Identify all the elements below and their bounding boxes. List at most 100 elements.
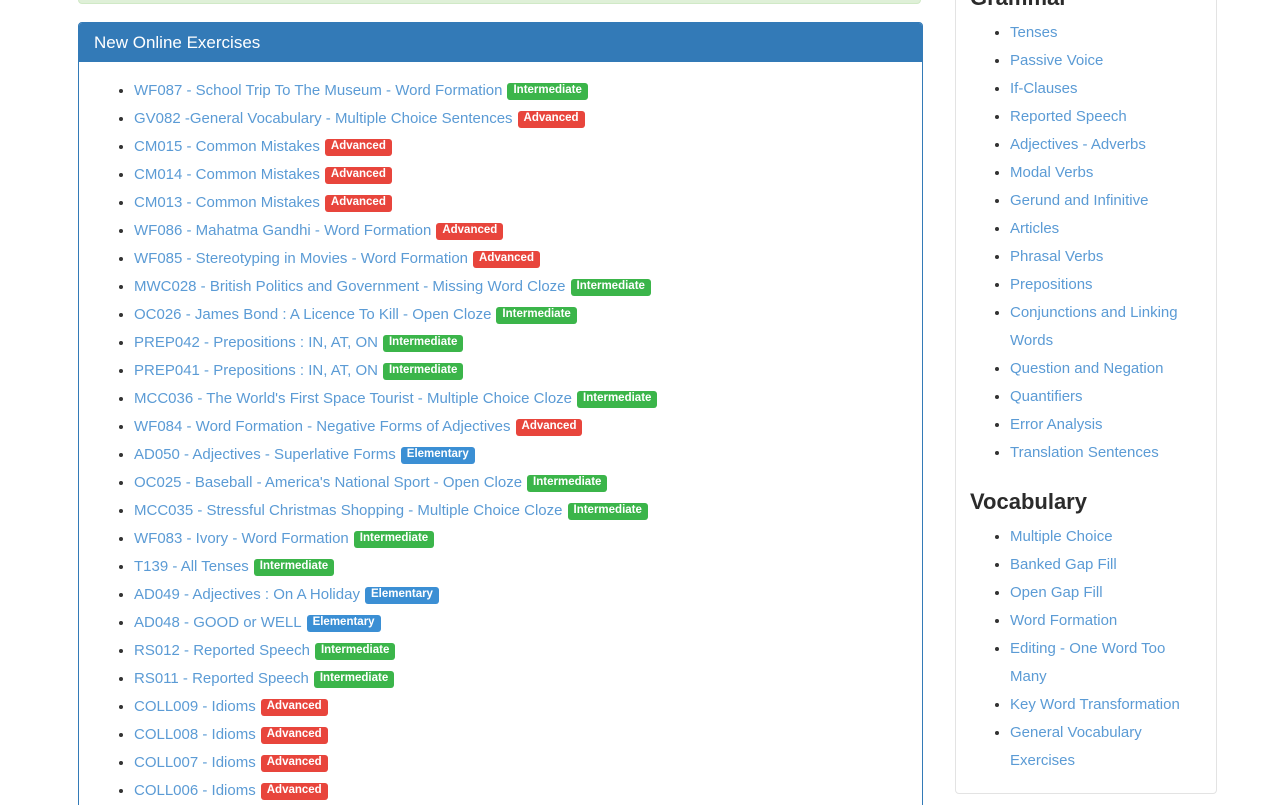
- categories-card-body: GrammarTensesPassive VoiceIf-ClausesRepo…: [956, 0, 1216, 793]
- level-badge: Advanced: [261, 755, 328, 772]
- sidebar-link[interactable]: Articles: [1010, 220, 1059, 237]
- sidebar-list-item: Multiple Choice: [1010, 523, 1202, 551]
- sidebar-list-item: Gerund and Infinitive: [1010, 187, 1202, 215]
- exercise-link[interactable]: COLL006 - Idioms: [134, 782, 256, 799]
- exercise-list-item: COLL009 - IdiomsAdvanced: [134, 693, 907, 721]
- exercise-link[interactable]: WF085 - Stereotyping in Movies - Word Fo…: [134, 250, 468, 267]
- level-badge: Intermediate: [496, 307, 576, 324]
- sidebar-link[interactable]: Quantifiers: [1010, 388, 1083, 405]
- sidebar-section-list: Tenses Passive Voice If-Clauses Reported Sp…: [970, 19, 1202, 467]
- sidebar-link[interactable]: Error Analysis: [1010, 416, 1103, 433]
- exercise-list-item: CM014 - Common Mistakes Advanced: [134, 161, 907, 189]
- sidebar-link[interactable]: Tenses: [1010, 24, 1058, 41]
- exercise-link[interactable]: CM015 - Common Mistakes: [134, 138, 320, 155]
- exercise-list: WF087 - School Trip To The Museum - Word…: [94, 77, 907, 805]
- sidebar-list-item: Reported Speech: [1010, 103, 1202, 131]
- sidebar-link[interactable]: Editing - One Word Too Many: [1010, 640, 1165, 685]
- sidebar-link[interactable]: Phrasal Verbs: [1010, 248, 1103, 265]
- level-badge: Advanced: [261, 727, 328, 744]
- exercise-link[interactable]: OC026 - James Bond : A Licence To Kill -…: [134, 306, 491, 323]
- exercise-list-item: MCC035 - Stressful Christmas Shopping - …: [134, 497, 907, 525]
- level-badge: Intermediate: [383, 363, 463, 380]
- sidebar-list-item: Question and Negation: [1010, 355, 1202, 383]
- exercise-list-item: WF084 - Word Formation - Negative Forms …: [134, 413, 907, 441]
- exercise-list-item: OC025 - Baseball - America's National Sp…: [134, 469, 907, 497]
- exercise-list-item: AD048 - GOOD or WELL Elementary: [134, 609, 907, 637]
- sidebar-link[interactable]: Multiple Choice: [1010, 528, 1113, 545]
- sidebar-list-item: Passive Voice: [1010, 47, 1202, 75]
- level-badge: Intermediate: [527, 475, 607, 492]
- sidebar-list-item: Quantifiers: [1010, 383, 1202, 411]
- exercise-list-item: T139 - All TensesIntermediate: [134, 553, 907, 581]
- level-badge: Advanced: [325, 195, 392, 212]
- sidebar-list-item: If-Clauses: [1010, 75, 1202, 103]
- level-badge: Elementary: [307, 615, 381, 632]
- exercise-link[interactable]: COLL008 - Idioms: [134, 726, 256, 743]
- exercise-link[interactable]: MCC036 - The World's First Space Tourist…: [134, 390, 572, 407]
- exercise-link[interactable]: AD049 - Adjectives : On A Holiday: [134, 586, 360, 603]
- level-badge: Advanced: [436, 223, 503, 240]
- sidebar-link[interactable]: Open Gap Fill: [1010, 584, 1103, 601]
- sidebar-link[interactable]: Gerund and Infinitive: [1010, 192, 1148, 209]
- exercise-link[interactable]: AD048 - GOOD or WELL: [134, 614, 302, 631]
- sidebar-list-item: Articles: [1010, 215, 1202, 243]
- exercise-link[interactable]: WF083 - Ivory - Word Formation: [134, 530, 349, 547]
- level-badge: Intermediate: [571, 279, 651, 296]
- exercise-list-item: COLL007 - Idioms Advanced: [134, 749, 907, 777]
- exercise-link[interactable]: WF087 - School Trip To The Museum - Word…: [134, 82, 502, 99]
- sidebar-link[interactable]: Word Formation: [1010, 612, 1117, 629]
- exercise-link[interactable]: MWC028 - British Politics and Government…: [134, 278, 566, 295]
- sidebar-list-item: Modal Verbs: [1010, 159, 1202, 187]
- exercise-link[interactable]: COLL009 - Idioms: [134, 698, 256, 715]
- exercise-link[interactable]: RS012 - Reported Speech: [134, 642, 310, 659]
- exercise-list-item: COLL006 - Idioms Advanced: [134, 777, 907, 805]
- exercise-link[interactable]: RS011 - Reported Speech: [134, 670, 309, 687]
- level-badge: Intermediate: [577, 391, 657, 408]
- exercise-link[interactable]: CM013 - Common Mistakes: [134, 194, 320, 211]
- sidebar-list-item: Word Formation: [1010, 607, 1202, 635]
- level-badge: Advanced: [516, 419, 583, 436]
- exercise-link[interactable]: WF084 - Word Formation - Negative Forms …: [134, 418, 511, 435]
- exercise-list-item: MCC036 - The World's First Space Tourist…: [134, 385, 907, 413]
- sidebar-link[interactable]: Adjectives - Adverbs: [1010, 136, 1146, 153]
- sidebar-link[interactable]: Conjunctions and Linking Words: [1010, 304, 1178, 349]
- sidebar-link[interactable]: Modal Verbs: [1010, 164, 1093, 181]
- exercise-link[interactable]: PREP041 - Prepositions : IN, AT, ON: [134, 362, 378, 379]
- sidebar-list-item: Error Analysis: [1010, 411, 1202, 439]
- sidebar-list-item: Open Gap Fill: [1010, 579, 1202, 607]
- exercise-link[interactable]: MCC035 - Stressful Christmas Shopping - …: [134, 502, 563, 519]
- exercise-link[interactable]: WF086 - Mahatma Gandhi - Word Formation: [134, 222, 431, 239]
- sidebar-list-item: Adjectives - Adverbs: [1010, 131, 1202, 159]
- exercise-list-item: MWC028 - British Politics and Government…: [134, 273, 907, 301]
- sidebar-link[interactable]: If-Clauses: [1010, 80, 1078, 97]
- sidebar-link[interactable]: Key Word Transformation: [1010, 696, 1180, 713]
- sidebar-list-item: General Vocabulary Exercises: [1010, 719, 1202, 775]
- exercise-list-item: WF083 - Ivory - Word FormationIntermedia…: [134, 525, 907, 553]
- exercise-list-item: WF087 - School Trip To The Museum - Word…: [134, 77, 907, 105]
- exercise-link[interactable]: CM014 - Common Mistakes: [134, 166, 320, 183]
- level-badge: Advanced: [325, 167, 392, 184]
- sidebar: GrammarTensesPassive VoiceIf-ClausesRepo…: [955, 0, 1217, 805]
- exercise-list-item: RS012 - Reported SpeechIntermediate: [134, 637, 907, 665]
- sidebar-link[interactable]: Prepositions: [1010, 276, 1093, 293]
- sidebar-link[interactable]: Banked Gap Fill: [1010, 556, 1117, 573]
- level-badge: Advanced: [261, 783, 328, 800]
- sidebar-link[interactable]: Translation Sentences: [1010, 444, 1159, 461]
- sidebar-link[interactable]: Passive Voice: [1010, 52, 1103, 69]
- sidebar-link[interactable]: Question and Negation: [1010, 360, 1163, 377]
- sidebar-list-item: Translation Sentences: [1010, 439, 1202, 467]
- exercise-link[interactable]: GV082 -General Vocabulary - Multiple Cho…: [134, 110, 513, 127]
- sidebar-link[interactable]: Reported Speech: [1010, 108, 1127, 125]
- exercise-link[interactable]: OC025 - Baseball - America's National Sp…: [134, 474, 522, 491]
- sidebar-list-item: Prepositions: [1010, 271, 1202, 299]
- categories-card: GrammarTensesPassive VoiceIf-ClausesRepo…: [955, 0, 1217, 794]
- sidebar-list-item: Tenses: [1010, 19, 1202, 47]
- exercise-link[interactable]: AD050 - Adjectives - Superlative Forms: [134, 446, 396, 463]
- exercise-list-item: WF086 - Mahatma Gandhi - Word Formation A…: [134, 217, 907, 245]
- exercise-link[interactable]: COLL007 - Idioms: [134, 754, 256, 771]
- exercise-link[interactable]: T139 - All Tenses: [134, 558, 249, 575]
- sidebar-link[interactable]: General Vocabulary Exercises: [1010, 724, 1142, 769]
- sidebar-list-item: Editing - One Word Too Many: [1010, 635, 1202, 691]
- new-online-exercises-panel: New Online Exercises WF087 - School Trip…: [78, 22, 923, 805]
- exercise-link[interactable]: PREP042 - Prepositions : IN, AT, ON: [134, 334, 378, 351]
